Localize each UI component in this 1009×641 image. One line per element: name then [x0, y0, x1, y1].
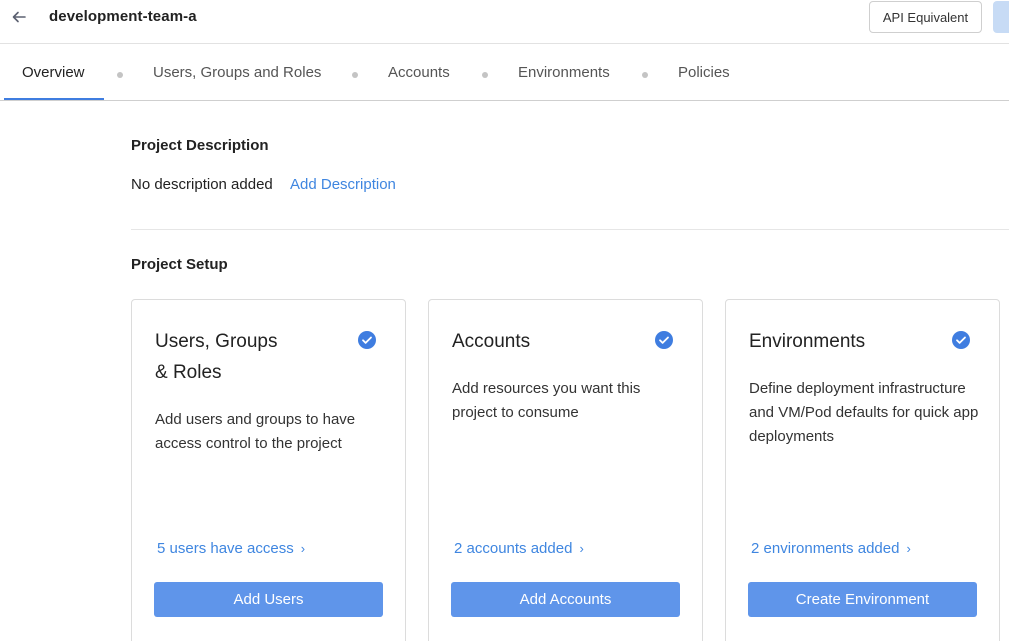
card-link-label: 5 users have access	[157, 540, 294, 557]
card-title-line: Accounts	[452, 331, 531, 352]
tab-separator	[117, 72, 123, 78]
chevron-right-icon: ›	[906, 541, 911, 556]
tab-bar: Overview Users, Groups and Roles Account…	[0, 44, 1009, 101]
project-setup-heading: Project Setup	[131, 256, 228, 273]
check-circle-icon	[358, 331, 376, 349]
card-title-line: Users, Groups	[155, 331, 278, 352]
back-arrow-icon[interactable]	[8, 6, 30, 28]
page-title: development-team-a	[49, 8, 197, 25]
project-description-heading: Project Description	[131, 137, 269, 154]
tab-separator	[642, 72, 648, 78]
tab-users-groups-roles[interactable]: Users, Groups and Roles	[153, 44, 321, 101]
card-title-line: & Roles	[155, 362, 222, 383]
setup-card-environments: Environments Define deployment infrastru…	[725, 299, 1000, 641]
users-access-link[interactable]: 5 users have access ›	[157, 540, 305, 557]
setup-card-users: Users, Groups & Roles Add users and grou…	[131, 299, 406, 641]
check-circle-icon	[655, 331, 673, 349]
accounts-added-link[interactable]: 2 accounts added ›	[454, 540, 584, 557]
card-title: Accounts	[452, 326, 642, 357]
tab-separator	[352, 72, 358, 78]
environments-added-link[interactable]: 2 environments added ›	[751, 540, 911, 557]
card-title: Users, Groups & Roles	[155, 326, 345, 388]
card-link-label: 2 accounts added	[454, 540, 573, 557]
section-divider	[131, 229, 1009, 230]
tab-environments[interactable]: Environments	[518, 44, 610, 101]
check-circle-icon	[952, 331, 970, 349]
chevron-right-icon: ›	[579, 541, 584, 556]
add-users-button[interactable]: Add Users	[154, 582, 383, 617]
tab-separator	[482, 72, 488, 78]
card-title-line: Environments	[749, 331, 866, 352]
tab-overview[interactable]: Overview	[22, 44, 85, 101]
add-description-link[interactable]: Add Description	[290, 176, 396, 193]
card-description: Add resources you want this project to c…	[452, 380, 641, 421]
description-text: No description added	[131, 176, 273, 193]
setup-card-accounts: Accounts Add resources you want this pro…	[428, 299, 703, 641]
create-environment-button[interactable]: Create Environment	[748, 582, 977, 617]
page-header: development-team-a API Equivalent	[0, 0, 1009, 44]
active-tab-indicator	[4, 98, 104, 100]
card-title: Environments	[749, 326, 939, 357]
tab-accounts[interactable]: Accounts	[388, 44, 450, 101]
card-description: Add users and groups to have access cont…	[155, 411, 356, 452]
card-description: Define deployment infrastructure and VM/…	[749, 380, 979, 445]
primary-action-button[interactable]	[993, 1, 1009, 33]
add-accounts-button[interactable]: Add Accounts	[451, 582, 680, 617]
chevron-right-icon: ›	[300, 541, 306, 556]
card-link-label: 2 environments added	[751, 540, 900, 557]
api-equivalent-button[interactable]: API Equivalent	[869, 1, 982, 33]
tab-policies[interactable]: Policies	[678, 44, 730, 101]
